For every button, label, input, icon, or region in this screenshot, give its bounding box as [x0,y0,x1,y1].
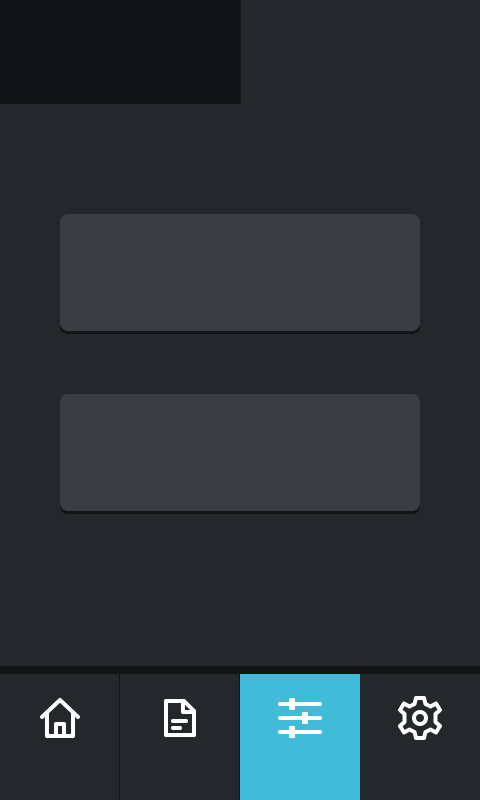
gear-icon [396,694,444,742]
nav-divider [0,666,480,674]
main-content [0,104,480,666]
primary-action-button[interactable] [60,214,420,331]
primary-action-label [60,214,420,331]
bottom-navigation [0,674,480,800]
home-icon [36,694,84,742]
nav-home-button[interactable] [0,674,120,800]
nav-settings-button[interactable] [360,674,480,800]
top-tab-bar [0,0,480,104]
secondary-action-label [60,394,420,511]
document-icon [156,694,204,742]
sliders-icon [276,694,324,742]
nav-adjustments-button[interactable] [240,674,360,800]
top-tab-1[interactable] [0,0,240,104]
app-screen [0,0,480,800]
secondary-action-button[interactable] [60,394,420,511]
top-tab-2[interactable] [239,0,480,104]
nav-documents-button[interactable] [120,674,240,800]
